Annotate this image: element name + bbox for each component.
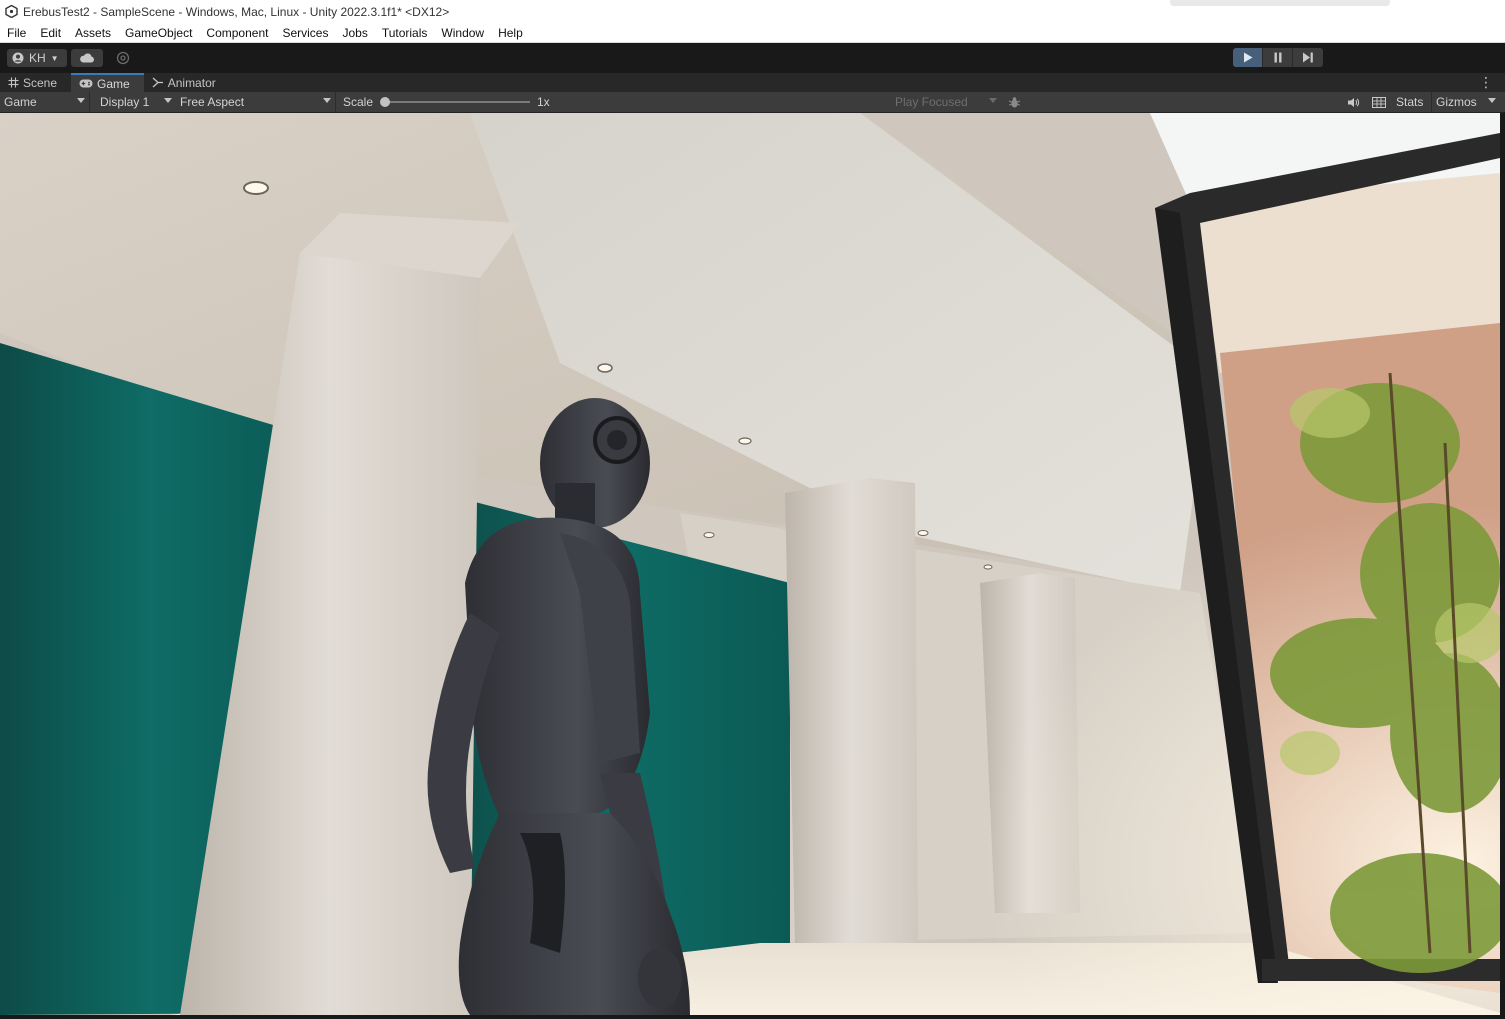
play-mode-dropdown[interactable]: Play Focused xyxy=(891,92,1001,112)
menu-services[interactable]: Services xyxy=(277,24,333,42)
view-tab-bar: Scene Game Animator ⋮ xyxy=(0,73,1505,92)
chevron-down-icon xyxy=(323,98,331,103)
collab-icon xyxy=(116,51,130,65)
more-options-icon[interactable]: ⋮ xyxy=(1479,75,1493,89)
scale-slider-handle[interactable] xyxy=(380,97,390,107)
scale-label: Scale xyxy=(343,95,374,109)
menu-file[interactable]: File xyxy=(2,24,31,42)
menu-assets[interactable]: Assets xyxy=(70,24,116,42)
mute-audio-button[interactable] xyxy=(1342,92,1364,112)
pause-button[interactable] xyxy=(1263,48,1293,67)
title-bar: ErebusTest2 - SampleScene - Windows, Mac… xyxy=(0,0,1505,23)
game-view-render[interactable] xyxy=(0,113,1500,1015)
menu-edit[interactable]: Edit xyxy=(35,24,66,42)
chevron-down-icon: ▼ xyxy=(50,53,59,63)
play-controls xyxy=(1233,48,1323,67)
window-border xyxy=(0,1015,1505,1019)
window-title: ErebusTest2 - SampleScene - Windows, Mac… xyxy=(23,4,450,19)
stats-grid-icon xyxy=(1372,96,1386,108)
display-select-value: Display 1 xyxy=(100,95,150,109)
cloud-icon xyxy=(79,53,95,63)
animator-icon xyxy=(152,77,164,88)
view-select-value: Game xyxy=(4,95,37,109)
menu-bar: File Edit Assets GameObject Component Se… xyxy=(0,23,1505,43)
account-dropdown[interactable]: KH ▼ xyxy=(7,49,67,67)
menu-tutorials[interactable]: Tutorials xyxy=(377,24,433,42)
chevron-down-icon xyxy=(1488,98,1496,103)
account-label: KH xyxy=(29,51,46,65)
speaker-icon xyxy=(1347,97,1360,108)
grid-icon xyxy=(8,77,19,88)
menu-component[interactable]: Component xyxy=(201,24,273,42)
frame-debugger-button[interactable] xyxy=(1003,92,1025,112)
unity-logo-icon xyxy=(4,5,18,19)
aspect-select-dropdown[interactable]: Free Aspect xyxy=(176,92,336,112)
play-mode-value: Play Focused xyxy=(895,95,968,109)
gizmos-label: Gizmos xyxy=(1436,95,1477,109)
bug-icon xyxy=(1008,96,1021,109)
stats-button[interactable]: Stats xyxy=(1396,92,1423,112)
pause-icon xyxy=(1273,52,1283,63)
stats-grid-button[interactable] xyxy=(1368,92,1390,112)
rendered-scene-image xyxy=(0,113,1500,1015)
tab-animator[interactable]: Animator xyxy=(143,73,230,92)
play-icon xyxy=(1243,52,1253,63)
tab-label: Game xyxy=(97,76,130,91)
menu-window[interactable]: Window xyxy=(436,24,489,42)
chevron-down-icon xyxy=(77,98,85,103)
menu-jobs[interactable]: Jobs xyxy=(337,24,372,42)
chevron-down-icon xyxy=(164,98,172,103)
step-button[interactable] xyxy=(1293,48,1323,67)
cloud-button[interactable] xyxy=(71,49,103,67)
title-bar-drag-region xyxy=(1170,0,1390,6)
scale-value: 1x xyxy=(537,95,550,109)
aspect-select-value: Free Aspect xyxy=(180,95,245,109)
account-icon xyxy=(12,52,24,64)
display-select-dropdown[interactable]: Display 1 xyxy=(96,92,176,112)
game-view-toolbar: Game Display 1 Free Aspect Scale 1x Play… xyxy=(0,92,1505,113)
menu-gameobject[interactable]: GameObject xyxy=(120,24,197,42)
view-select-dropdown[interactable]: Game xyxy=(0,92,90,112)
collab-button[interactable] xyxy=(109,49,137,67)
play-button[interactable] xyxy=(1233,48,1263,67)
tab-scene[interactable]: Scene xyxy=(0,73,72,92)
menu-help[interactable]: Help xyxy=(493,24,528,42)
gamepad-icon xyxy=(79,79,93,88)
gizmos-dropdown[interactable]: Gizmos xyxy=(1431,92,1500,112)
window-border xyxy=(1500,113,1505,1019)
tab-label: Scene xyxy=(23,75,58,90)
scale-slider-track[interactable] xyxy=(384,101,530,103)
chevron-down-icon xyxy=(989,98,997,103)
tab-game[interactable]: Game xyxy=(71,73,144,92)
step-icon xyxy=(1302,52,1314,63)
tab-label: Animator xyxy=(167,75,216,90)
